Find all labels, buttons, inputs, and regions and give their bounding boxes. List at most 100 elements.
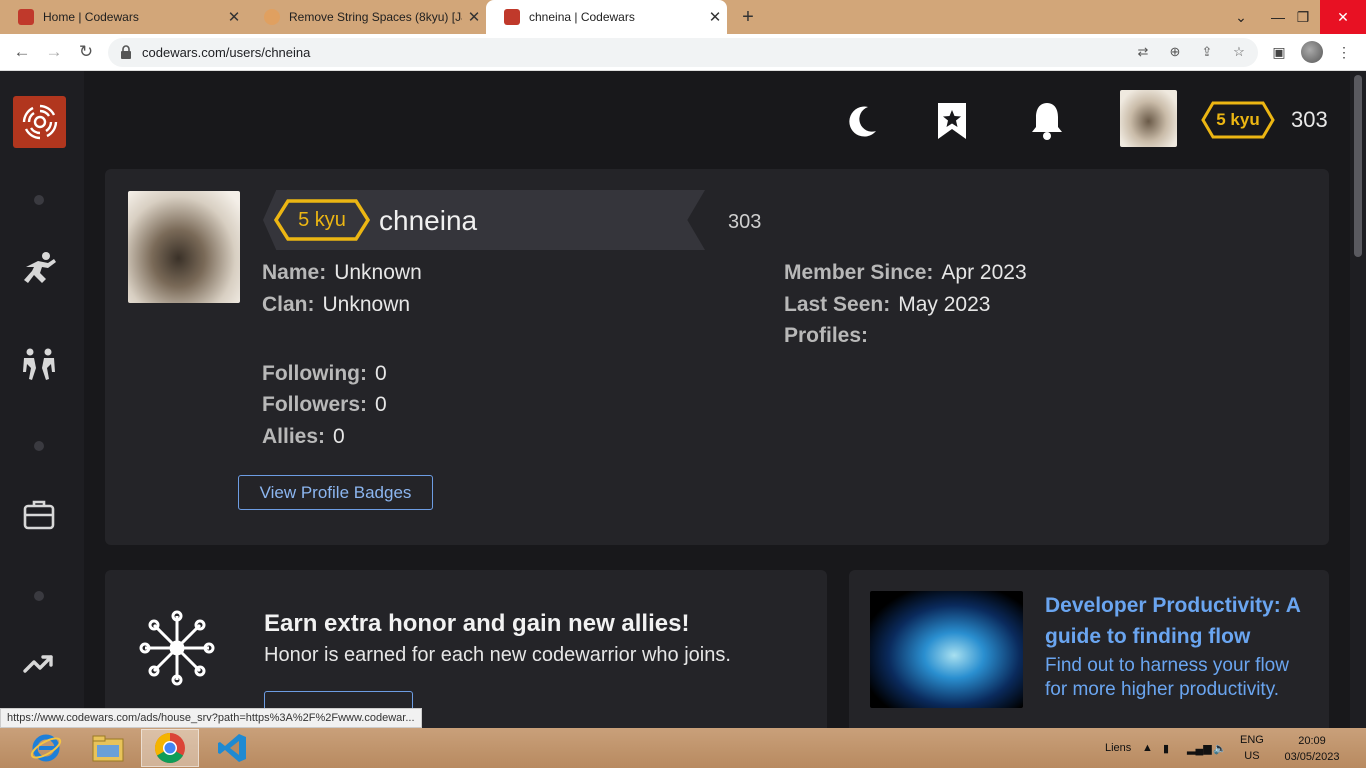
close-tab-icon[interactable]: ✕ <box>703 8 727 26</box>
field-value: May 2023 <box>898 293 991 316</box>
leaderboard-trend-icon[interactable] <box>20 645 58 683</box>
zoom-icon[interactable]: ⊕ <box>1167 44 1183 60</box>
dark-mode-moon-icon[interactable] <box>844 101 880 141</box>
view-profile-badges-button[interactable]: View Profile Badges <box>238 475 433 510</box>
codewars-favicon-icon <box>504 9 520 25</box>
field-value: Unknown <box>322 293 411 316</box>
honor-promo-card: Earn extra honor and gain new allies! Ho… <box>105 570 827 728</box>
windows-taskbar: Liens ▲ ▮ ▂▄▆ 🔈 ENG US 20:09 03/05/2023 <box>0 728 1366 768</box>
field-label: Last Seen: <box>784 293 891 316</box>
codewars-logo-icon <box>22 104 57 140</box>
back-icon[interactable]: ← <box>12 42 32 62</box>
translate-icon[interactable]: ⇄ <box>1135 44 1151 60</box>
close-window-icon[interactable]: ✕ <box>1320 0 1366 34</box>
rank-badge: 5 kyu <box>1201 101 1275 139</box>
tray-expand-icon[interactable]: ▲ <box>1142 728 1153 768</box>
power-icon[interactable]: ▮ <box>1163 728 1169 768</box>
browser-menu-icon[interactable]: ⋮ <box>1334 42 1354 62</box>
field-value: Unknown <box>334 261 422 284</box>
address-bar[interactable]: codewars.com/users/chneina ⇄ ⊕ ⇪ ☆ <box>108 38 1258 67</box>
field-value: 0 <box>374 362 387 385</box>
ie-logo-icon <box>30 734 62 762</box>
tab-search-icon[interactable]: ⌄ <box>1224 0 1258 34</box>
ad-image[interactable] <box>870 591 1023 708</box>
tab-home[interactable]: Home | Codewars ✕ <box>0 0 246 34</box>
browser-toolbar: ← → ↻ codewars.com/users/chneina ⇄ ⊕ ⇪ ☆… <box>0 34 1366 71</box>
bookmark-star-icon[interactable]: ☆ <box>1231 44 1247 60</box>
clock-time: 20:09 <box>1298 735 1326 747</box>
last-seen-row: Last Seen: May 2023 <box>784 293 990 317</box>
training-icon[interactable] <box>20 249 58 287</box>
ad-card[interactable]: Developer Productivity: A guide to findi… <box>849 570 1329 728</box>
tab-kata[interactable]: Remove String Spaces (8kyu) [Jav ✕ <box>246 0 486 34</box>
system-clock[interactable]: 20:09 03/05/2023 <box>1282 733 1342 765</box>
username: chneina <box>379 205 478 236</box>
promo-title: Earn extra honor and gain new allies! <box>264 610 690 637</box>
kata-favicon-icon <box>264 9 280 25</box>
followers-row: Followers: 0 <box>262 393 387 417</box>
vscode-icon[interactable] <box>203 729 261 767</box>
briefcase-icon[interactable] <box>20 495 58 533</box>
language-indicator[interactable]: ENG US <box>1240 728 1264 768</box>
name-row: Name: Unknown <box>262 261 422 285</box>
field-label: Member Since: <box>784 261 934 284</box>
field-label: Following: <box>262 362 367 385</box>
practice-icon[interactable] <box>20 344 58 382</box>
profile-avatar <box>128 191 240 303</box>
side-panel-icon[interactable]: ▣ <box>1269 42 1289 62</box>
allies-row: Allies: 0 <box>262 425 345 449</box>
ad-title[interactable]: Developer Productivity: A guide to findi… <box>1045 590 1315 652</box>
clock-date: 03/05/2023 <box>1284 751 1340 763</box>
codewars-favicon-icon <box>18 9 34 25</box>
allies-network-icon <box>139 610 215 686</box>
new-tab-button[interactable]: + <box>736 6 760 29</box>
page-content: 5 kyu 303 5 kyu chneina 303 Name: Unknown… <box>0 71 1366 728</box>
lang-code: ENG <box>1240 734 1264 746</box>
tab-title: Remove String Spaces (8kyu) [Jav <box>289 10 462 24</box>
page-scrollbar[interactable] <box>1350 71 1366 728</box>
chrome-taskbar-icon[interactable] <box>141 729 199 767</box>
member-since-row: Member Since: Apr 2023 <box>784 261 1027 285</box>
sidebar-divider-dot <box>34 195 44 205</box>
status-bar-url: https://www.codewars.com/ads/house_srv?p… <box>0 708 422 728</box>
rank-label: 5 kyu <box>298 208 346 231</box>
sidebar-divider-dot <box>34 591 44 601</box>
chrome-logo-icon <box>154 733 185 764</box>
following-row: Following: 0 <box>262 362 387 386</box>
honor-score: 303 <box>1291 107 1328 132</box>
forward-icon[interactable]: → <box>44 42 64 62</box>
field-label: Name: <box>262 261 327 284</box>
toolbar-links[interactable]: Liens <box>1105 728 1131 768</box>
browser-profile-avatar[interactable] <box>1301 41 1323 63</box>
bookmark-icon[interactable] <box>934 101 970 141</box>
field-value: 0 <box>375 393 387 416</box>
codewars-logo[interactable] <box>13 96 66 148</box>
field-value: Apr 2023 <box>941 261 1027 284</box>
close-tab-icon[interactable]: ✕ <box>222 8 246 26</box>
profile-card: 5 kyu chneina 303 Name: Unknown Clan: Unkn… <box>105 169 1329 545</box>
close-tab-icon[interactable]: ✕ <box>462 8 486 26</box>
internet-explorer-icon[interactable] <box>17 729 75 767</box>
field-label: Followers: <box>262 393 368 416</box>
tab-title: Home | Codewars <box>43 10 139 24</box>
promo-subtitle: Honor is earned for each new codewarrior… <box>264 644 731 666</box>
restore-icon[interactable]: ❐ <box>1286 0 1320 34</box>
sidebar <box>0 71 84 728</box>
tab-profile[interactable]: chneina | Codewars ✕ <box>486 0 727 34</box>
vscode-logo-icon <box>218 734 246 762</box>
browser-tab-bar: Home | Codewars ✕ Remove String Spaces (… <box>0 0 1366 34</box>
tab-title: chneina | Codewars <box>529 10 635 24</box>
rank-label: 5 kyu <box>1216 110 1260 129</box>
notifications-bell-icon[interactable] <box>1029 101 1065 141</box>
field-value: 0 <box>333 425 345 448</box>
reload-icon[interactable]: ↻ <box>76 42 96 62</box>
scrollbar-thumb[interactable] <box>1354 75 1362 257</box>
field-label: Clan: <box>262 293 315 316</box>
network-signal-icon[interactable]: ▂▄▆ <box>1187 728 1212 768</box>
folder-icon <box>92 735 124 762</box>
share-icon[interactable]: ⇪ <box>1199 44 1215 60</box>
user-avatar[interactable] <box>1120 90 1177 147</box>
ad-description[interactable]: Find out to harness your flow for more h… <box>1045 654 1315 702</box>
volume-icon[interactable]: 🔈 <box>1213 728 1227 768</box>
file-explorer-icon[interactable] <box>79 729 137 767</box>
